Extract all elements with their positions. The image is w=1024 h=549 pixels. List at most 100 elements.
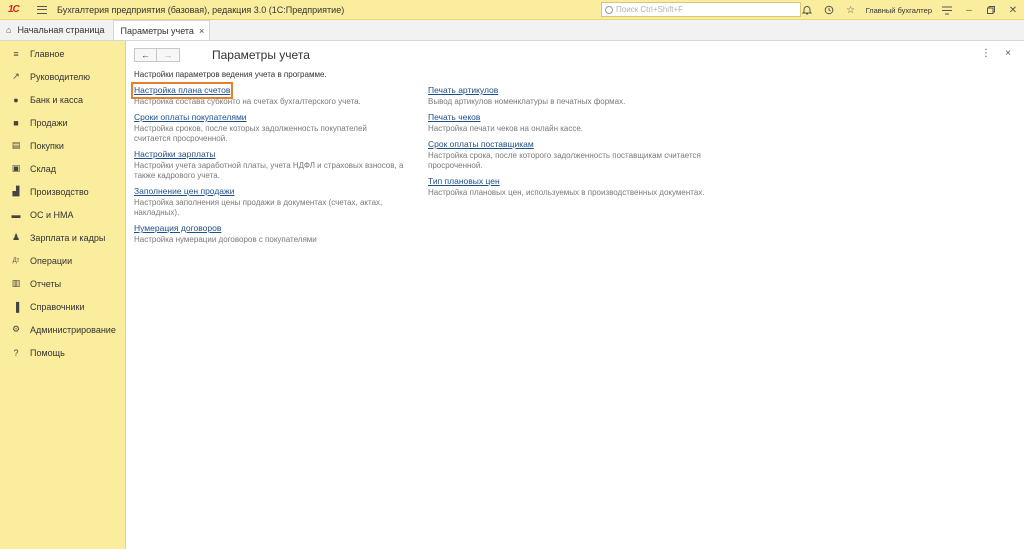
settings-item-desc: Настройка нумерации договоров с покупате…	[134, 235, 317, 244]
sidebar-item-label: Руководителю	[30, 71, 91, 82]
settings-item-desc: Настройка срока, после которого задолжен…	[428, 151, 701, 170]
settings-item-desc: Настройка печати чеков на онлайн кассе.	[428, 124, 584, 133]
sales-prices-link[interactable]: Заполнение цен продажи	[134, 186, 234, 197]
page-subtitle: Настройки параметров ведения учета в про…	[134, 70, 327, 79]
sidebar-item-label: ОС и НМА	[30, 209, 74, 220]
sidebar-item-reports[interactable]: ▥ Отчеты	[0, 272, 125, 295]
settings-menu-icon[interactable]	[936, 0, 958, 20]
planned-prices-type-link[interactable]: Тип плановых цен	[428, 176, 500, 187]
settings-item: Печать артикулов Вывод артикулов номенкл…	[428, 85, 708, 107]
settings-item: Настройки зарплаты Настройки учета зараб…	[134, 149, 404, 181]
trend-icon: ↗	[12, 71, 20, 81]
restore-icon[interactable]	[980, 0, 1002, 20]
tab-active-label: Параметры учета	[120, 25, 194, 36]
bag-icon: ■	[13, 117, 19, 128]
settings-item-desc: Настройка плановых цен, используемых в п…	[428, 188, 705, 197]
sidebar-item-production[interactable]: ▟ Производство	[0, 180, 125, 203]
sidebar-item-label: Продажи	[30, 117, 68, 128]
app-title: Бухгалтерия предприятия (базовая), редак…	[57, 4, 345, 15]
print-receipts-link[interactable]: Печать чеков	[428, 112, 480, 123]
back-button[interactable]: ←	[134, 48, 157, 62]
book-icon: ▐	[12, 301, 20, 312]
tab-home[interactable]: ⌂ Начальная страница	[0, 20, 113, 40]
settings-item-desc: Настройка заполнения цены продажи в доку…	[134, 198, 383, 217]
print-articles-link[interactable]: Печать артикулов	[428, 85, 498, 96]
question-icon: ?	[13, 347, 19, 358]
hamburger-menu-icon[interactable]	[37, 5, 47, 14]
supplier-payment-term-link[interactable]: Срок оплаты поставщикам	[428, 139, 534, 150]
settings-item: Нумерация договоров Настройка нумерации …	[134, 223, 404, 245]
minimize-icon[interactable]: –	[958, 0, 980, 20]
settings-item: Сроки оплаты покупателями Настройка срок…	[134, 112, 404, 144]
sidebar-item-main[interactable]: ≡ Главное	[0, 42, 125, 65]
home-icon: ⌂	[6, 25, 12, 35]
sidebar-item-label: Справочники	[30, 301, 85, 312]
more-options-icon[interactable]: ⋮	[981, 48, 991, 59]
box-icon: ▣	[11, 163, 21, 173]
sidebar-item-label: Зарплата и кадры	[30, 232, 106, 243]
settings-item-desc: Настройка сроков, после которых задолжен…	[134, 124, 367, 143]
sidebar-item-label: Производство	[30, 186, 89, 197]
main-content: ← → Параметры учета ⋮ × Настройки параме…	[126, 41, 1024, 549]
search-input[interactable]: Поиск Ctrl+Shift+F	[601, 2, 801, 17]
sidebar-item-catalogs[interactable]: ▐ Справочники	[0, 295, 125, 318]
settings-item: Печать чеков Настройка печати чеков на о…	[428, 112, 708, 134]
sidebar-item-purchases[interactable]: ▤ Покупки	[0, 134, 125, 157]
title-bar: 1С Бухгалтерия предприятия (базовая), ре…	[0, 0, 1024, 20]
sidebar-item-label: Помощь	[30, 347, 65, 358]
nav-buttons: ← →	[134, 48, 180, 62]
settings-item: Срок оплаты поставщикам Настройка срока,…	[428, 139, 708, 171]
chart-of-accounts-link[interactable]: Настройка плана счетов	[130, 82, 234, 99]
settings-item-desc: Вывод артикулов номенклатуры в печатных …	[428, 97, 626, 106]
page-title: Параметры учета	[212, 48, 310, 62]
bell-icon[interactable]	[796, 0, 818, 20]
list-icon: ≡	[13, 48, 19, 59]
forward-button[interactable]: →	[157, 48, 180, 62]
sidebar-item-fixed-assets[interactable]: ▬ ОС и НМА	[0, 203, 125, 226]
close-window-icon[interactable]: ✕	[1002, 0, 1024, 20]
dt-kt-icon: Дт	[12, 257, 20, 264]
settings-column-left: Настройка плана счетов Настройка состава…	[130, 82, 404, 250]
tab-home-label: Начальная страница	[17, 25, 105, 35]
contract-numbering-link[interactable]: Нумерация договоров	[134, 223, 221, 234]
search-icon	[605, 5, 613, 14]
coins-icon: ●	[13, 94, 19, 105]
sidebar: ≡ Главное ↗ Руководителю ● Банк и касса …	[0, 41, 126, 549]
gear-icon: ⚙	[11, 324, 21, 334]
tabs-bar: ⌂ Начальная страница Параметры учета ×	[0, 20, 1024, 41]
sidebar-item-label: Отчеты	[30, 278, 62, 289]
arrow-right-icon: →	[163, 50, 173, 60]
sidebar-item-label: Главное	[30, 48, 65, 59]
sidebar-item-manager[interactable]: ↗ Руководителю	[0, 65, 125, 88]
sidebar-item-bank[interactable]: ● Банк и касса	[0, 88, 125, 111]
sidebar-item-salary[interactable]: ♟ Зарплата и кадры	[0, 226, 125, 249]
customer-payment-terms-link[interactable]: Сроки оплаты покупателями	[134, 112, 247, 123]
bar-chart-icon: ▥	[11, 278, 21, 288]
close-form-icon[interactable]: ×	[1005, 48, 1011, 59]
sidebar-item-label: Склад	[30, 163, 57, 174]
sidebar-item-help[interactable]: ? Помощь	[0, 341, 125, 364]
sidebar-item-label: Покупки	[30, 140, 64, 151]
truck-icon: ▬	[11, 209, 21, 220]
sidebar-item-operations[interactable]: Дт Операции	[0, 249, 125, 272]
search-placeholder: Поиск Ctrl+Shift+F	[616, 5, 684, 14]
settings-item-desc: Настройки учета заработной платы, учета …	[134, 161, 404, 180]
history-icon[interactable]	[818, 0, 840, 20]
settings-item: Настройка плана счетов Настройка состава…	[130, 82, 404, 107]
tab-accounting-params[interactable]: Параметры учета ×	[112, 20, 211, 40]
1c-logo-icon: 1С	[8, 4, 20, 15]
sidebar-item-label: Банк и касса	[30, 94, 83, 105]
star-icon[interactable]: ☆	[840, 0, 862, 20]
current-user[interactable]: Главный бухгалтер	[866, 6, 932, 15]
settings-item-desc: Настройка состава субконто на счетах бух…	[134, 97, 361, 106]
arrow-left-icon: ←	[141, 50, 150, 60]
sidebar-item-sales[interactable]: ■ Продажи	[0, 111, 125, 134]
sidebar-item-label: Операции	[30, 255, 73, 266]
cart-icon: ▤	[11, 140, 21, 150]
person-icon: ♟	[11, 232, 21, 242]
close-tab-icon[interactable]: ×	[199, 26, 204, 36]
factory-icon: ▟	[12, 186, 20, 196]
sidebar-item-warehouse[interactable]: ▣ Склад	[0, 157, 125, 180]
sidebar-item-admin[interactable]: ⚙ Администрирование	[0, 318, 125, 341]
salary-settings-link[interactable]: Настройки зарплаты	[134, 149, 216, 160]
